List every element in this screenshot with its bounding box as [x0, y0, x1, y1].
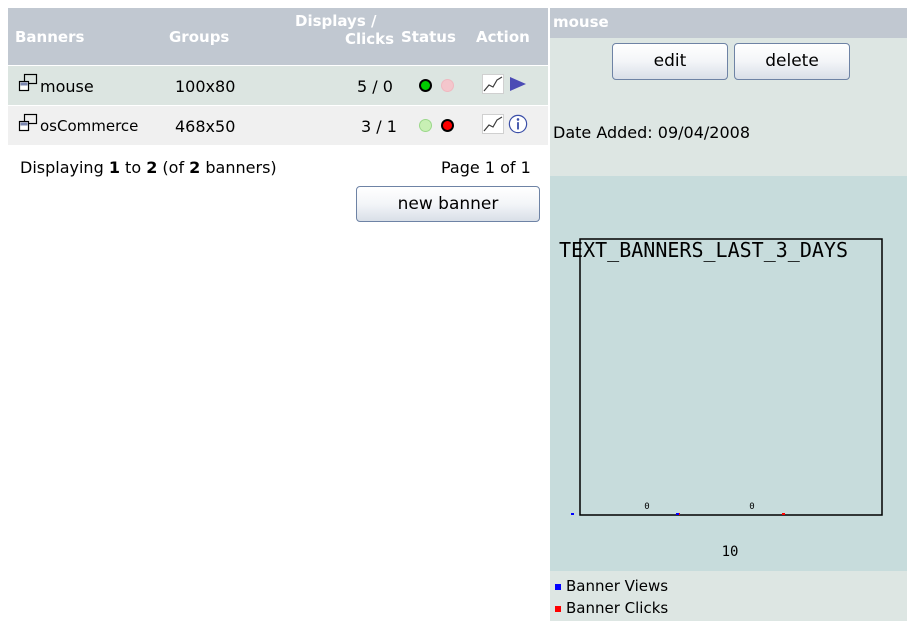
info-icon[interactable] — [507, 114, 529, 134]
table-row[interactable]: osCommerce 468x50 3 / 1 — [8, 106, 548, 145]
banner-name: mouse — [40, 77, 94, 96]
bar-clicks — [782, 513, 785, 515]
header-groups: Groups — [169, 28, 230, 46]
banner-stats: 3 / 1 — [361, 117, 397, 136]
banner-info-panel: mouse edit delete Date Added: 09/04/2008… — [550, 8, 907, 621]
header-status: Status — [401, 28, 456, 46]
legend-swatch-clicks — [555, 605, 561, 612]
legend-swatch-views — [555, 583, 561, 590]
edit-button[interactable]: edit — [612, 43, 728, 80]
banner-statistics-graph: TEXT_BANNERS_LAST_3_DAYS 00 10 — [550, 176, 907, 571]
chart-svg: TEXT_BANNERS_LAST_3_DAYS 00 10 — [559, 238, 883, 560]
legend-item-clicks: Banner Clicks — [555, 599, 668, 617]
banner-preview-icon[interactable] — [18, 113, 38, 133]
page-indicator: Page 1 of 1 — [441, 158, 531, 177]
banner-group: 468x50 — [175, 117, 236, 136]
banner-stats: 5 / 0 — [357, 77, 393, 96]
bar-views — [676, 513, 679, 515]
chart-title: TEXT_BANNERS_LAST_3_DAYS — [559, 238, 848, 262]
data-label: 0 — [644, 502, 649, 512]
header-displays: Displays / — [295, 12, 377, 30]
x-tick-label: 10 — [722, 544, 739, 560]
legend-item-views: Banner Views — [555, 577, 668, 595]
banners-table: Banners Groups Displays / Clicks Status … — [8, 8, 548, 145]
date-added: Date Added: 09/04/2008 — [553, 123, 750, 142]
chart-marks: 00 — [571, 502, 785, 515]
plot-frame — [579, 238, 883, 516]
statistics-icon[interactable] — [482, 74, 504, 94]
select-arrow-icon[interactable] — [507, 74, 529, 94]
table-row[interactable]: mouse 100x80 5 / 0 — [8, 66, 548, 105]
banner-preview-icon[interactable] — [18, 73, 38, 93]
header-clicks: Clicks — [345, 30, 395, 48]
header-banners: Banners — [15, 28, 85, 46]
delete-button[interactable]: delete — [734, 43, 850, 80]
header-action: Action — [476, 28, 530, 46]
pagination-summary: Displaying 1 to 2 (of 2 banners) — [20, 158, 277, 177]
new-banner-button[interactable]: new banner — [356, 186, 540, 222]
panel-title: mouse — [550, 8, 907, 38]
banner-name: osCommerce — [40, 117, 139, 135]
table-header: Banners Groups Displays / Clicks Status … — [8, 8, 548, 65]
status-inactive-icon — [441, 119, 454, 132]
set-active-icon[interactable] — [419, 119, 432, 132]
statistics-icon[interactable] — [482, 114, 504, 134]
data-label: 0 — [749, 502, 754, 512]
banner-group: 100x80 — [175, 77, 236, 96]
status-active-icon — [419, 79, 432, 92]
bar-views — [571, 513, 574, 515]
set-inactive-icon[interactable] — [441, 79, 454, 92]
